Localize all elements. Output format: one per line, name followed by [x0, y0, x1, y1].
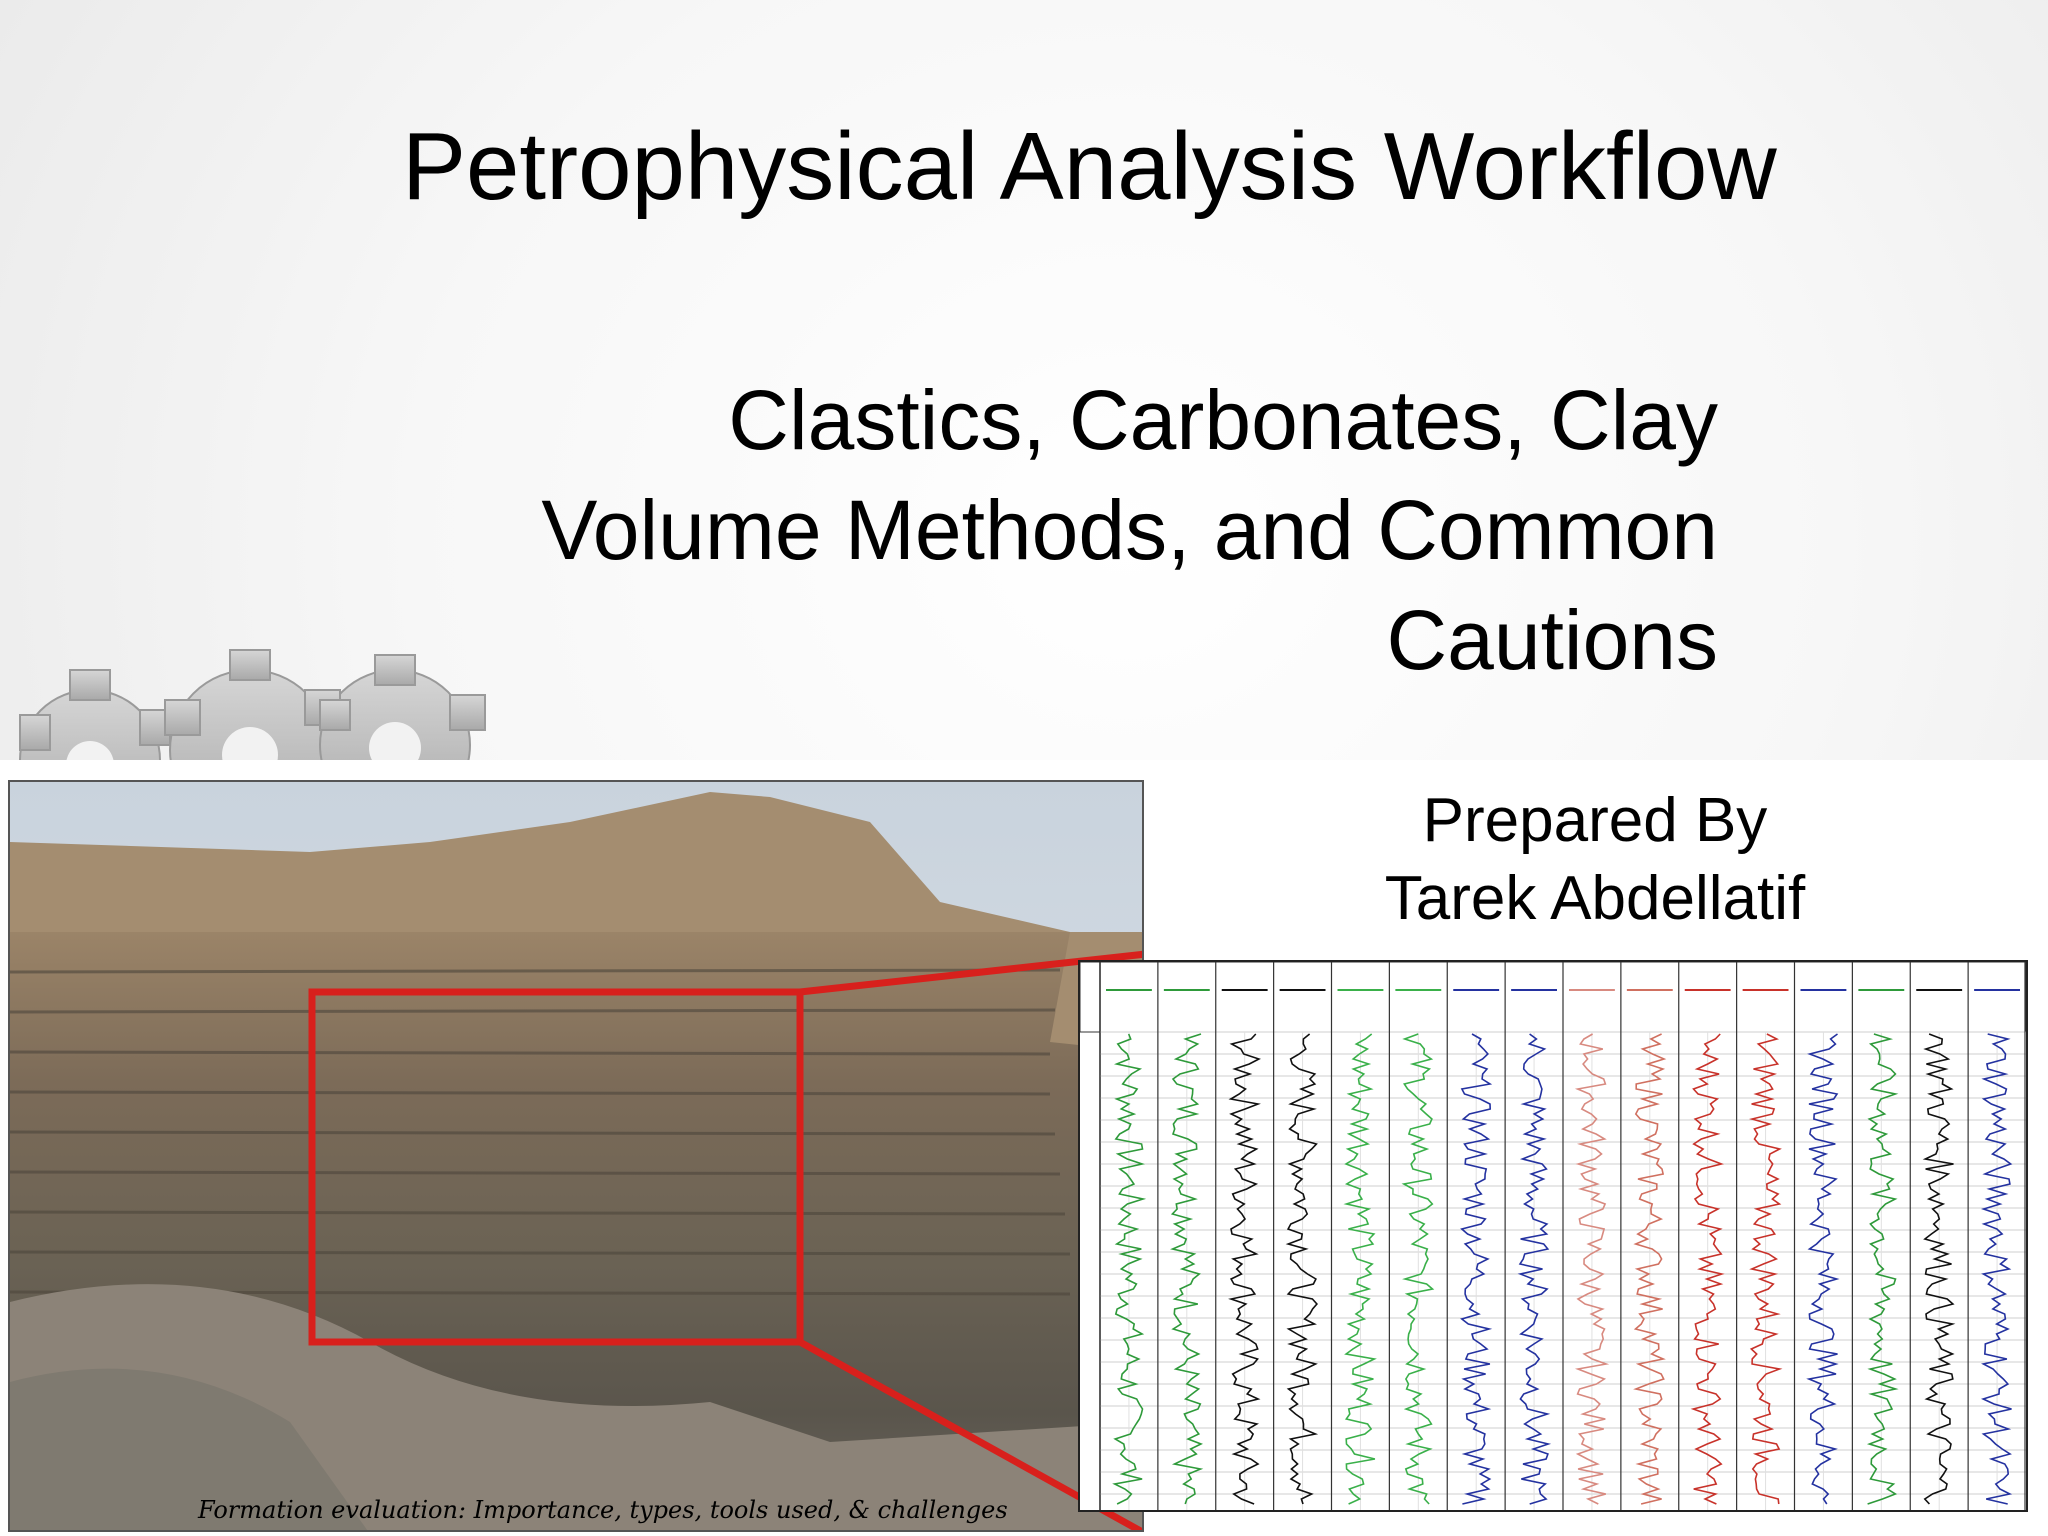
well-log-panel — [1078, 960, 2028, 1512]
subtitle-line-2: Volume Methods, and Common — [541, 483, 1718, 577]
prepared-by-label: Prepared By — [1422, 786, 1768, 855]
author-block: Prepared By Tarek Abdellatif — [1300, 782, 1890, 938]
subtitle-line-1: Clastics, Carbonates, Clay — [728, 373, 1718, 467]
author-name: Tarek Abdellatif — [1384, 864, 1806, 933]
log-header — [1080, 962, 2026, 1033]
figure-caption: Formation evaluation: Importance, types,… — [198, 1496, 1008, 1524]
slide-title: Petrophysical Analysis Workflow — [402, 113, 1777, 220]
outcrop-photo — [8, 780, 1144, 1532]
